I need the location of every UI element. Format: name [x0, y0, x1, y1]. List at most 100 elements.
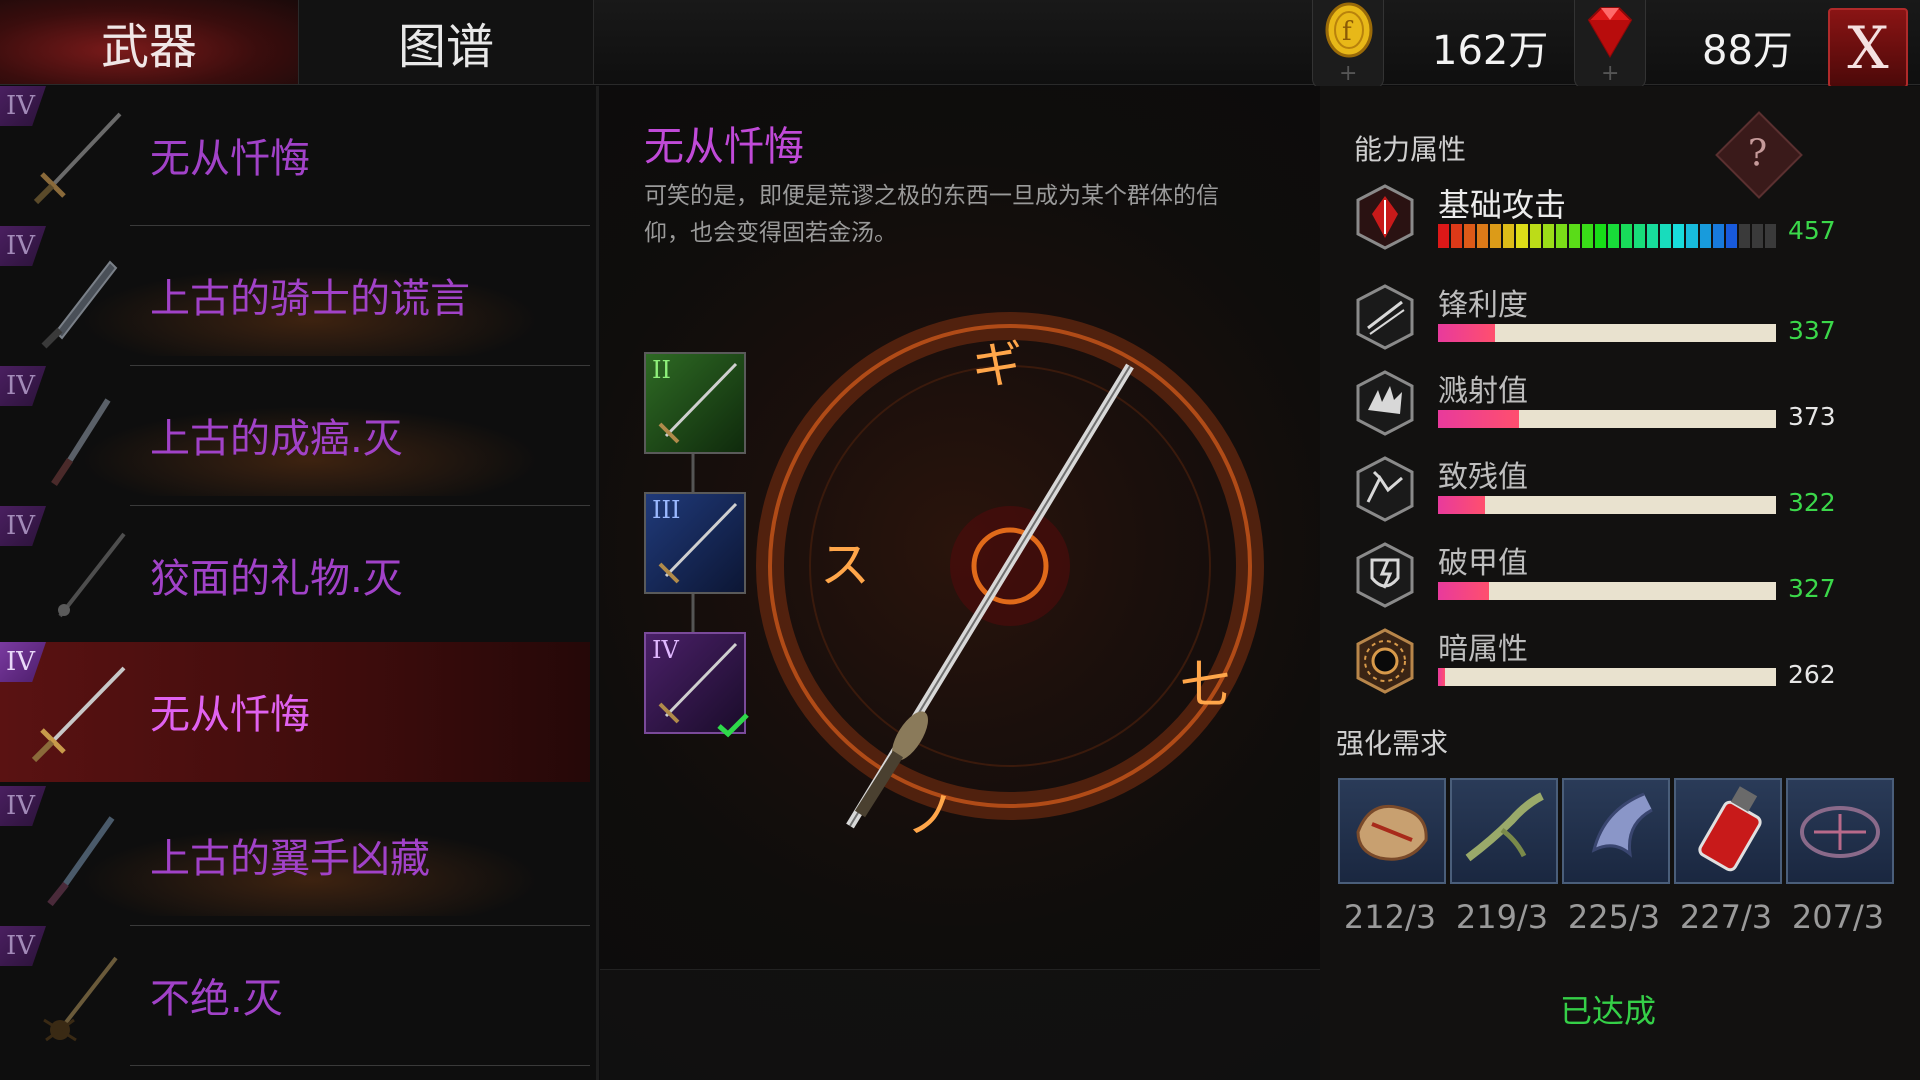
rainbow-segment — [1621, 224, 1633, 248]
material-grid — [1338, 778, 1902, 888]
stat-bar — [1438, 496, 1776, 514]
stat-label: 暗属性 — [1438, 632, 1528, 667]
svg-text:ノ: ノ — [906, 786, 956, 844]
rainbow-segment — [1712, 224, 1724, 248]
splash-icon — [1356, 370, 1414, 436]
rainbow-segment — [1490, 224, 1502, 248]
question-icon: ? — [1747, 133, 1768, 175]
stat-armor-break: 破甲值 327 — [1320, 536, 1920, 616]
divider — [130, 1065, 590, 1066]
weapon-list-item[interactable]: IV 不绝.灭 — [0, 926, 590, 1066]
dark-element-icon — [1356, 628, 1414, 694]
stat-splash: 溅射值 373 — [1320, 364, 1920, 444]
claw-material-icon — [1465, 792, 1544, 862]
material-count: 207/3 — [1791, 898, 1885, 936]
material-slot[interactable] — [1674, 778, 1782, 884]
rainbow-segment — [1660, 224, 1672, 248]
rainbow-segment — [1555, 224, 1567, 248]
stat-dark-element: 暗属性 262 — [1320, 622, 1920, 702]
tier-label: IV — [652, 636, 679, 664]
greatsword-icon — [41, 260, 118, 349]
sharpness-icon — [1356, 284, 1414, 350]
rainbow-segment — [1634, 224, 1646, 248]
material-slot[interactable] — [1450, 778, 1558, 884]
rainbow-segment — [1751, 224, 1763, 248]
gem-add-button[interactable]: + — [1574, 0, 1646, 89]
stat-value: 337 — [1788, 316, 1836, 345]
rainbow-segment — [1581, 224, 1593, 248]
material-slot[interactable] — [1338, 778, 1446, 884]
spider-blade-icon — [43, 956, 118, 1042]
weapon-list-item[interactable]: IV 上古的成癌.灭 — [0, 366, 590, 506]
rainbow-segment — [1594, 224, 1607, 248]
stat-bar — [1438, 410, 1776, 428]
rainbow-segment — [1503, 224, 1515, 248]
stat-value: 327 — [1788, 574, 1836, 603]
weapon-list-item[interactable]: IV 上古的翼手凶藏 — [0, 786, 590, 926]
stat-label: 溅射值 — [1438, 374, 1528, 409]
weapon-name: 上古的翼手凶藏 — [150, 836, 430, 882]
rainbow-segment — [1451, 224, 1463, 248]
stat-cripple: 致残值 322 — [1320, 450, 1920, 530]
attributes-title: 能力属性 — [1354, 133, 1467, 166]
stat-bar — [1438, 582, 1776, 600]
rainbow-segment — [1464, 224, 1476, 248]
checkmark-icon — [717, 713, 749, 738]
weapon-name: 无从忏悔 — [150, 692, 310, 738]
gem-amount: 88万 — [1702, 28, 1793, 74]
red-gem-icon — [1587, 7, 1633, 58]
bottom-bar — [600, 969, 1320, 1080]
gold-amount: 162万 — [1432, 28, 1549, 74]
material-slot[interactable] — [1562, 778, 1670, 884]
material-slot[interactable] — [1786, 778, 1894, 884]
weapon-title: 无从忏悔 — [644, 124, 804, 170]
weapon-list-item[interactable]: IV 狡面的礼物.灭 — [0, 506, 590, 646]
weapon-description: 可笑的是，即便是荒谬之极的东西一旦成为某个群体的信仰，也会变得固若金汤。 — [644, 183, 1219, 246]
rainbow-segment — [1608, 224, 1620, 248]
sword-icon — [31, 666, 126, 763]
rainbow-segment — [1738, 224, 1750, 248]
stat-bar-fill — [1438, 582, 1489, 600]
svg-text:ス: ス — [820, 536, 870, 594]
stat-base-attack: 基础攻击 457 — [1320, 178, 1920, 258]
weapon-name: 上古的成癌.灭 — [150, 416, 403, 462]
spear-icon — [58, 532, 126, 618]
attributes-panel: 能力属性 ? 基础攻击 457 锋利度 337 溅射值 373 致残值 322 … — [1320, 86, 1920, 1080]
sword-icon — [33, 112, 122, 205]
tier-option-iii[interactable]: III — [644, 492, 746, 594]
rainbow-segment — [1542, 224, 1554, 248]
weapon-name: 无从忏悔 — [150, 136, 310, 182]
weapon-name: 狡面的礼物.灭 — [150, 556, 403, 602]
material-count: 219/3 — [1455, 898, 1549, 936]
weapon-list-item-selected[interactable]: IV 无从忏悔 — [0, 642, 590, 782]
stat-bar-fill — [1438, 324, 1496, 342]
stat-bar-fill — [1438, 410, 1520, 428]
weapon-list: IV 无从忏悔 IV 上古的骑士的谎言 IV 上古的成癌.灭 IV 狡面的礼物.… — [0, 86, 599, 1080]
rune-material-icon — [1800, 806, 1880, 858]
weapon-list-item[interactable]: IV 上古的骑士的谎言 — [0, 226, 590, 366]
tab-codex[interactable]: 图谱 — [298, 0, 594, 84]
weapon-list-item[interactable]: IV 无从忏悔 — [0, 86, 590, 226]
tab-weapons[interactable]: 武器 — [0, 0, 298, 84]
attack-rainbow-bar — [1438, 224, 1777, 248]
close-button[interactable]: X — [1828, 8, 1908, 88]
gold-add-button[interactable]: f + — [1312, 0, 1384, 89]
stat-sharpness: 锋利度 337 — [1320, 278, 1920, 358]
rainbow-segment — [1764, 224, 1777, 248]
rainbow-segment — [1686, 224, 1698, 248]
stat-value: 322 — [1788, 488, 1836, 517]
stat-bar — [1438, 324, 1776, 342]
stat-bar-fill — [1438, 496, 1486, 514]
rainbow-segment — [1673, 224, 1685, 248]
plus-icon: + — [1601, 61, 1620, 86]
tier-option-ii[interactable]: II — [644, 352, 746, 454]
gold-coin-icon: f — [1325, 2, 1373, 58]
stat-label: 致残值 — [1438, 460, 1528, 495]
stat-label: 破甲值 — [1438, 546, 1528, 581]
rainbow-segment — [1529, 224, 1541, 248]
dagger-icon — [51, 398, 111, 486]
cripple-icon — [1356, 456, 1414, 522]
stat-label: 基础攻击 — [1438, 186, 1567, 224]
blade-icon — [47, 816, 115, 907]
tier-option-iv[interactable]: IV — [644, 632, 749, 738]
